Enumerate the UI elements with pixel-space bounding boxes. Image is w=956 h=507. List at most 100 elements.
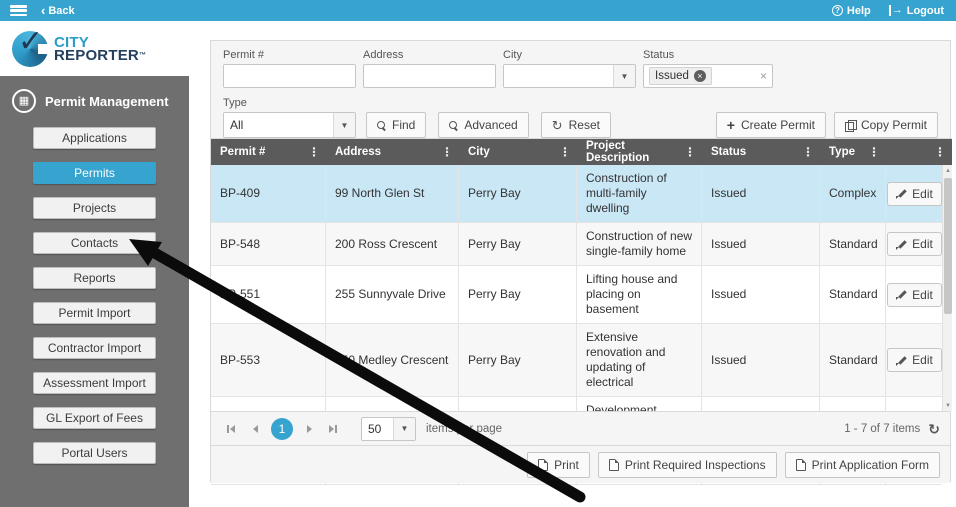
find-button[interactable]: Find	[366, 112, 427, 138]
items-per-page-label: items per page	[426, 422, 503, 435]
edit-label: Edit	[912, 186, 933, 201]
copy-icon	[844, 119, 857, 132]
logout-button[interactable]: → Logout	[888, 5, 944, 17]
column-menu-icon[interactable]: ⋮	[684, 145, 696, 159]
sidebar-item-projects[interactable]: Projects	[33, 197, 156, 219]
reset-button[interactable]: ↻ Reset	[540, 112, 611, 138]
table-row[interactable]: BP-548 200 Ross Crescent Perry Bay Const…	[211, 223, 942, 266]
last-page-button[interactable]	[323, 419, 343, 439]
vertical-scrollbar[interactable]: ▲ ▼	[942, 165, 952, 412]
cell-city: Perry Bay	[459, 324, 577, 396]
sidebar-item-gl-export-of-fees[interactable]: GL Export of Fees	[33, 407, 156, 429]
cell-permit: BP-551	[211, 266, 326, 323]
table-row[interactable]: BP-551 255 Sunnyvale Drive Perry Bay Lif…	[211, 266, 942, 324]
sidebar-item-reports[interactable]: Reports	[33, 267, 156, 289]
cell-type: Complex	[820, 165, 886, 222]
back-button[interactable]: ‹ Back	[41, 4, 75, 17]
column-header-actions[interactable]: ⋮	[886, 139, 952, 165]
column-header-permit[interactable]: Permit # ⋮	[211, 139, 326, 165]
cell-type: Standard	[820, 324, 886, 396]
clear-icon[interactable]: ×	[760, 69, 767, 83]
edit-button[interactable]: Edit	[887, 181, 942, 206]
cityreporter-logo-icon: ✓	[12, 26, 50, 67]
first-page-button[interactable]	[221, 419, 241, 439]
cell-type: Standard	[820, 223, 886, 265]
edit-label: Edit	[912, 353, 933, 367]
sidebar-item-assessment-import[interactable]: Assessment Import	[33, 372, 156, 394]
column-menu-icon[interactable]: ⋮	[441, 145, 453, 159]
column-menu-icon[interactable]: ⋮	[868, 145, 880, 159]
table-row[interactable]: BP-553 450 Medley Crescent Perry Bay Ext…	[211, 324, 942, 397]
status-multiselect[interactable]: Issued × ×	[643, 64, 773, 88]
cell-status: Issued	[702, 165, 820, 222]
filter-bar: Permit # Address City ▼ Status Issued × …	[211, 41, 950, 138]
column-header-city[interactable]: City ⋮	[459, 139, 577, 165]
status-label: Status	[643, 49, 675, 61]
edit-label: Edit	[912, 237, 933, 251]
column-header-address[interactable]: Address ⋮	[326, 139, 459, 165]
sidebar-item-applications[interactable]: Applications	[33, 127, 156, 149]
hamburger-menu-icon[interactable]	[10, 5, 27, 16]
sidebar-item-portal-users[interactable]: Portal Users	[33, 442, 156, 464]
column-header-type[interactable]: Type ⋮	[820, 139, 886, 165]
help-icon: ?	[831, 5, 843, 16]
create-permit-button[interactable]: + Create Permit	[715, 112, 826, 138]
module-header: ▦ Permit Management	[0, 76, 189, 127]
module-title: Permit Management	[45, 93, 169, 109]
print-required-inspections-button[interactable]: Print Required Inspections	[597, 451, 777, 478]
type-dropdown[interactable]: All ▼	[223, 112, 356, 138]
sidebar-item-contacts[interactable]: Contacts	[33, 232, 156, 254]
building-icon: ▦	[12, 89, 36, 113]
chevron-down-icon[interactable]: ▼	[613, 65, 635, 87]
scroll-up-icon[interactable]: ▲	[943, 165, 953, 177]
app-window: ‹ Back ? Help → Logout ✓ CITY REPORTER™ …	[0, 0, 956, 507]
advanced-button[interactable]: Advanced	[438, 112, 529, 138]
city-dropdown[interactable]: ▼	[503, 64, 636, 88]
copy-permit-button[interactable]: Copy Permit	[833, 112, 938, 138]
scrollbar-thumb[interactable]	[944, 178, 952, 314]
column-menu-icon[interactable]: ⋮	[308, 145, 320, 159]
edit-button[interactable]: Edit	[887, 232, 942, 256]
cell-edit: Edit	[886, 223, 942, 265]
edit-label: Edit	[912, 287, 933, 302]
refresh-icon[interactable]: ↻	[928, 422, 940, 436]
table-row[interactable]: BP-409 99 North Glen St Perry Bay Constr…	[211, 165, 942, 223]
chevron-down-icon[interactable]: ▼	[333, 113, 355, 137]
sidebar-item-permits[interactable]: Permits	[33, 162, 156, 184]
page-size-dropdown[interactable]: 50 ▼	[361, 416, 416, 441]
cell-address: 200 Ross Crescent	[326, 223, 459, 265]
next-page-button[interactable]	[299, 419, 319, 439]
cell-description: Lifting house and placing on basement	[577, 266, 702, 323]
chip-remove-icon[interactable]: ×	[693, 70, 706, 82]
reset-icon: ↻	[551, 117, 563, 133]
cell-permit: BP-553	[211, 324, 326, 396]
column-menu-icon[interactable]: ⋮	[559, 145, 571, 159]
edit-button[interactable]: Edit	[887, 282, 942, 307]
table-header-row: Permit # ⋮ Address ⋮ City ⋮ Project Descriptio…	[211, 139, 952, 165]
cell-status: Issued	[702, 223, 820, 265]
status-chip: Issued ×	[649, 67, 712, 85]
top-bar: ‹ Back ? Help → Logout	[0, 0, 956, 21]
print-button[interactable]: Print	[527, 451, 590, 478]
prev-page-button[interactable]	[245, 419, 265, 439]
search-icon	[449, 120, 458, 130]
column-header-project-description[interactable]: Project Description ⋮	[577, 139, 702, 165]
edit-button[interactable]: Edit	[887, 348, 942, 372]
cell-address: 255 Sunnyvale Drive	[326, 266, 459, 323]
chevron-down-icon[interactable]: ▼	[393, 417, 415, 440]
address-input[interactable]	[363, 64, 496, 88]
pdf-document-icon	[608, 458, 619, 471]
cell-permit: BP-548	[211, 223, 326, 265]
sidebar-item-permit-import[interactable]: Permit Import	[33, 302, 156, 324]
main-content: Permit # Address City ▼ Status Issued × …	[189, 21, 956, 507]
column-menu-icon[interactable]: ⋮	[934, 145, 946, 159]
cell-city: Perry Bay	[459, 223, 577, 265]
permit-number-input[interactable]	[223, 64, 356, 88]
help-button[interactable]: ? Help	[831, 5, 871, 17]
print-application-form-button[interactable]: Print Application Form	[784, 451, 940, 478]
column-header-status[interactable]: Status ⋮	[702, 139, 820, 165]
current-page-button[interactable]: 1	[271, 417, 293, 440]
pencil-icon	[896, 188, 907, 199]
column-menu-icon[interactable]: ⋮	[802, 145, 814, 159]
sidebar-item-contractor-import[interactable]: Contractor Import	[33, 337, 156, 359]
